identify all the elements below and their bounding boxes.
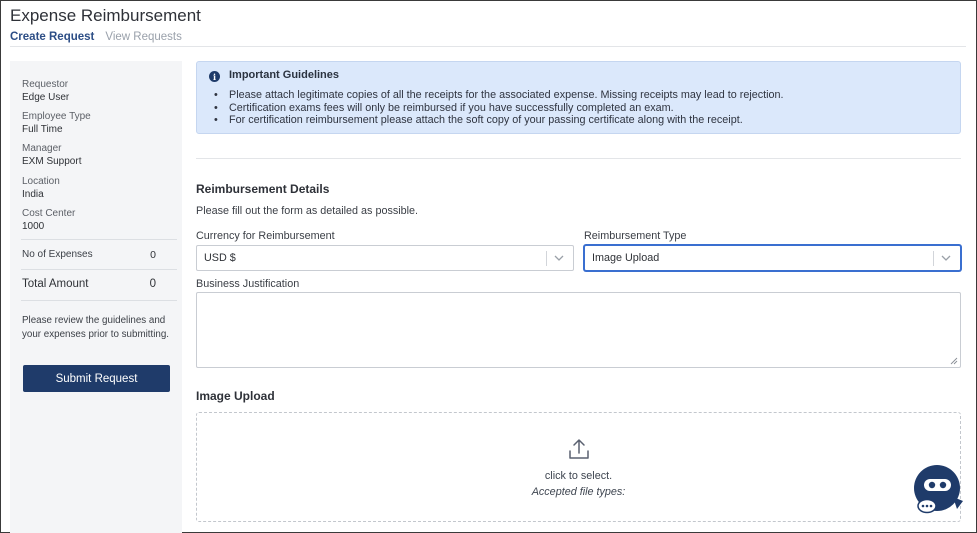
requestor-sidebar: Requestor Edge User Employee Type Full T… [10, 61, 182, 533]
location-value: India [22, 189, 44, 200]
tab-bar: Create Request View Requests [10, 31, 182, 43]
type-selected-value: Image Upload [592, 252, 660, 264]
currency-selected-value: USD $ [204, 252, 236, 264]
submit-request-button[interactable]: Submit Request [23, 365, 170, 392]
upload-title: Image Upload [196, 389, 275, 403]
expenses-count-label: No of Expenses [22, 249, 93, 260]
justification-label: Business Justification [196, 278, 300, 290]
guideline-item: Please attach legitimate copies of all t… [214, 89, 784, 102]
total-amount-value: 0 [149, 278, 156, 290]
guidelines-list: Please attach legitimate copies of all t… [214, 89, 784, 127]
sidebar-divider [21, 300, 177, 301]
reimbursement-type-select[interactable]: Image Upload [584, 245, 961, 271]
click-to-select-text[interactable]: click to select. [197, 470, 960, 482]
total-amount-label: Total Amount [22, 278, 89, 290]
section-divider [196, 158, 961, 159]
accepted-file-types-text: Accepted file types: [531, 486, 626, 498]
sidebar-divider [21, 269, 177, 270]
type-label: Reimbursement Type [584, 230, 687, 242]
requestor-value: Edge User [22, 92, 70, 103]
select-separator [933, 251, 934, 266]
page-title: Expense Reimbursement [10, 6, 201, 25]
select-separator [546, 251, 547, 266]
chatbot-icon[interactable] [913, 463, 965, 521]
guidelines-panel: i Important Guidelines Please attach leg… [196, 61, 961, 134]
cost-center-label: Cost Center [22, 208, 76, 219]
employee-type-label: Employee Type [22, 111, 91, 122]
cost-center-value: 1000 [22, 221, 45, 232]
chevron-down-icon[interactable] [939, 250, 953, 266]
details-subtitle: Please fill out the form as detailed as … [196, 205, 419, 217]
info-icon: i [209, 71, 220, 82]
employee-type-value: Full Time [22, 124, 63, 135]
sidebar-divider [21, 239, 177, 240]
tabs-divider [10, 46, 966, 47]
currency-select[interactable]: USD $ [196, 245, 574, 271]
chevron-down-icon[interactable] [552, 250, 566, 266]
guideline-item: Certification exams fees will only be re… [214, 102, 784, 115]
currency-label: Currency for Reimbursement [196, 230, 335, 242]
tab-create-request[interactable]: Create Request [10, 31, 94, 43]
review-note: Please review the guidelines and your ex… [22, 315, 170, 340]
manager-value: EXM Support [22, 156, 82, 167]
upload-icon [569, 439, 589, 459]
resize-handle-icon[interactable] [950, 357, 958, 365]
guidelines-title: Important Guidelines [229, 69, 340, 81]
guideline-item: For certification reimbursement please a… [214, 114, 784, 127]
app-window: Expense Reimbursement Create Request Vie… [0, 0, 977, 533]
manager-label: Manager [22, 143, 62, 154]
location-label: Location [22, 176, 60, 187]
image-dropzone[interactable]: click to select. Accepted file types: [196, 412, 961, 522]
requestor-label: Requestor [22, 79, 69, 90]
tab-view-requests[interactable]: View Requests [105, 31, 182, 43]
business-justification-input[interactable] [196, 292, 961, 368]
expenses-count-value: 0 [150, 249, 156, 261]
details-title: Reimbursement Details [196, 182, 330, 196]
